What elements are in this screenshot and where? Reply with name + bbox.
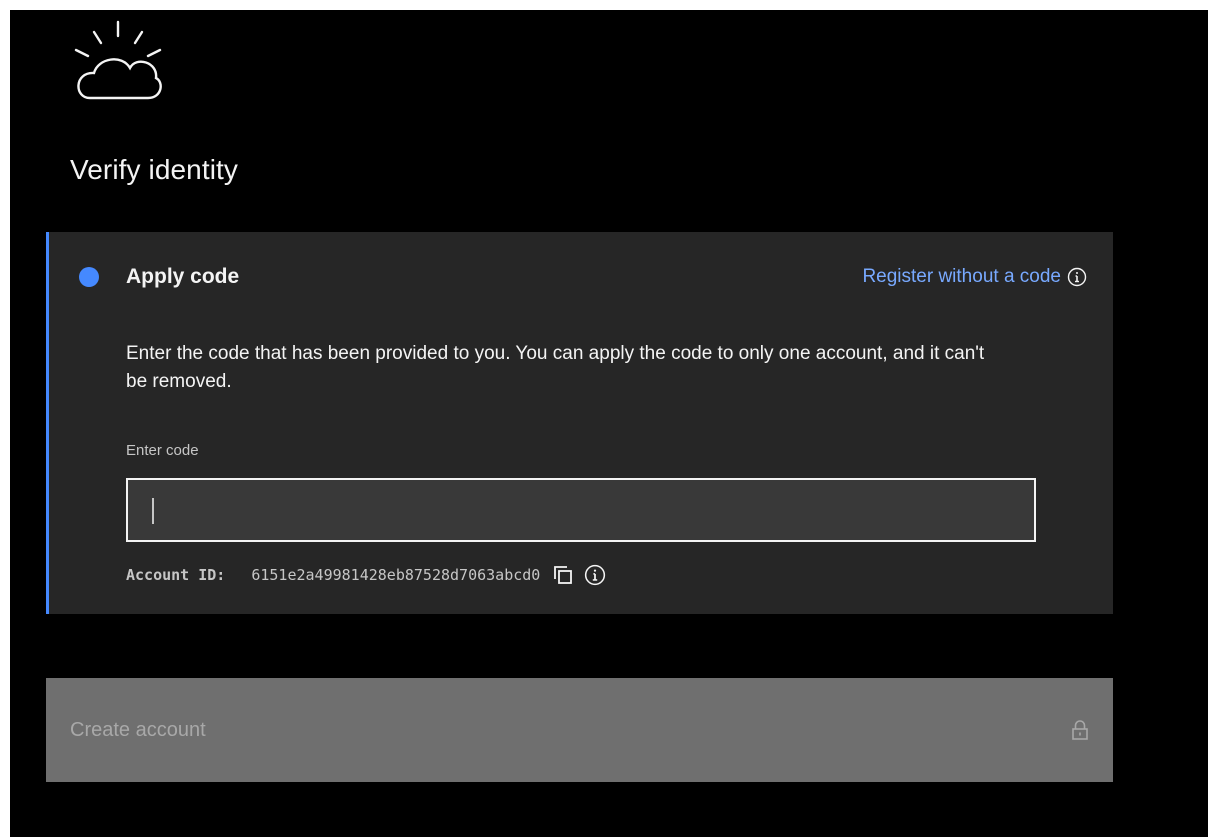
info-icon[interactable] — [1067, 267, 1087, 287]
account-id-value: 6151e2a49981428eb87528d7063abcd0 — [251, 566, 541, 584]
code-input[interactable] — [128, 480, 1034, 540]
create-account-button[interactable]: Create account — [46, 678, 1113, 782]
page-title: Verify identity — [70, 154, 239, 185]
account-info-icon[interactable] — [584, 564, 606, 586]
lock-icon — [1072, 720, 1088, 740]
step-title: Apply code — [126, 265, 240, 288]
step-status-dot — [79, 267, 99, 287]
register-without-code-link[interactable]: Register without a code — [862, 266, 1087, 288]
register-link-label: Register without a code — [862, 266, 1061, 287]
code-input-container — [126, 478, 1036, 542]
copy-icon[interactable] — [552, 564, 574, 586]
step-description: Enter the code that has been provided to… — [126, 343, 985, 392]
text-cursor — [152, 498, 154, 524]
account-id-row: Account ID: 6151e2a49981428eb87528d7063a… — [126, 562, 616, 588]
account-id-label: Account ID: — [126, 566, 226, 584]
create-account-label: Create account — [70, 718, 206, 741]
code-field-label: Enter code — [126, 442, 199, 459]
apply-code-step: Apply code Register without a code Enter… — [46, 232, 1113, 614]
ibm-cloud-sun-icon — [74, 20, 162, 100]
app-screen: Verify identity Apply code Register with… — [10, 10, 1208, 837]
